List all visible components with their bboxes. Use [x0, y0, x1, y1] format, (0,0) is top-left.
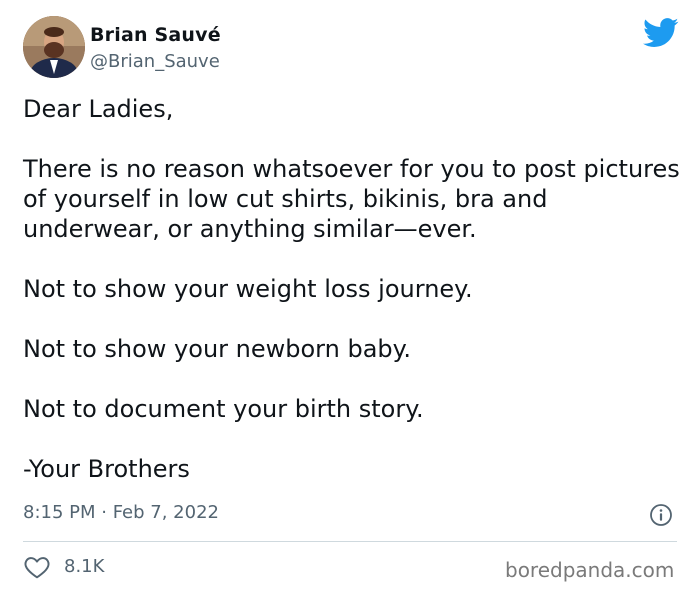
divider	[23, 541, 677, 542]
avatar[interactable]	[23, 16, 85, 78]
tweet-header: Brian Sauvé @Brian_Sauve	[23, 16, 683, 80]
tweet-paragraph: Not to show your weight loss journey.	[23, 275, 473, 303]
tweet-timestamp[interactable]: 8:15 PM · Feb 7, 2022	[23, 502, 219, 523]
avatar-image	[23, 16, 85, 78]
tweet-paragraph: Not to show your newborn baby.	[23, 335, 412, 363]
tweet-paragraph: Dear Ladies,	[23, 95, 174, 123]
twitter-bird-icon[interactable]	[643, 18, 679, 48]
author-handle[interactable]: @Brian_Sauve	[90, 51, 220, 72]
heart-icon	[24, 557, 50, 579]
tweet-text: Dear Ladies, There is no reason whatsoev…	[23, 94, 683, 484]
like-count: 8.1K	[64, 556, 105, 577]
tweet-signature: -Your Brothers	[23, 455, 190, 483]
info-icon[interactable]	[649, 503, 673, 527]
author-name[interactable]: Brian Sauvé	[90, 24, 221, 46]
watermark: boredpanda.com	[505, 558, 675, 582]
tweet-paragraph: Not to document your birth story.	[23, 395, 424, 423]
tweet-paragraph: There is no reason whatsoever for you to…	[23, 155, 680, 243]
